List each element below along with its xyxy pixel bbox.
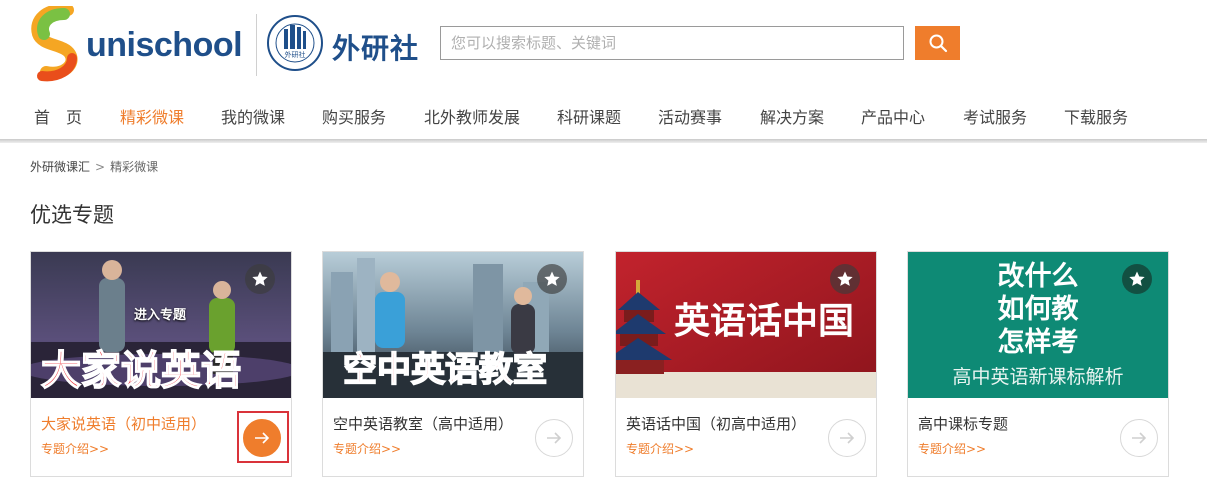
enter-topic-button[interactable] [828,419,866,457]
nav-divider [0,139,1207,143]
breadcrumb-current: 精彩微课 [110,160,159,174]
star-icon [544,271,560,286]
nav-item-product-center[interactable]: 产品中心 [861,104,925,128]
arrow-right-icon [1132,432,1147,444]
favorite-button[interactable] [830,264,860,294]
card-banner-title: 空中英语教室 [342,349,548,391]
breadcrumb-root[interactable]: 外研微课汇 [30,160,90,174]
topic-intro-link[interactable]: 专题介绍>> [333,440,401,457]
nav-item-purchase-services[interactable]: 购买服务 [322,104,386,128]
enter-topic-button[interactable] [1120,419,1158,457]
nav-item-teacher-development[interactable]: 北外教师发展 [424,104,520,128]
main-nav: 首 页 精彩微课 我的微课 购买服务 北外教师发展 科研课题 活动赛事 解决方案… [0,96,1207,140]
search-button[interactable] [915,26,960,60]
breadcrumb-separator: > [95,160,106,174]
card-thumbnail[interactable]: 改什么 如何教 怎样考 高中英语新课标解析 [908,252,1168,398]
card-thumbnail[interactable]: 空中英语教室 [323,252,583,398]
arrow-right-icon [547,432,562,444]
star-icon [837,271,853,286]
nav-item-events[interactable]: 活动赛事 [658,104,722,128]
enter-topic-button[interactable] [535,419,573,457]
card-title[interactable]: 大家说英语（初中适用） [41,413,206,434]
card-thumbnail[interactable]: 大家说英语 进入专题 [31,252,291,398]
nav-item-downloads[interactable]: 下载服务 [1064,104,1128,128]
card-banner-line: 怎样考 [997,327,1079,358]
section-title: 优选专题 [30,203,114,227]
topic-intro-link[interactable]: 专题介绍>> [626,440,694,457]
card-title[interactable]: 英语话中国（初高中适用） [626,413,806,434]
nav-item-featured-microcourses[interactable]: 精彩微课 [120,104,184,128]
breadcrumb: 外研微课汇 > 精彩微课 [30,158,158,175]
favorite-button[interactable] [1122,264,1152,294]
card-banner-subtitle: 高中英语新课标解析 [952,366,1124,388]
publisher-name[interactable]: 外研社 [332,27,419,67]
topic-intro-link[interactable]: 专题介绍>> [41,440,109,457]
card-banner-title: 大家说英语 [40,346,242,395]
favorite-button[interactable] [537,264,567,294]
arrow-right-icon [255,432,270,444]
nav-item-my-microcourses[interactable]: 我的微课 [221,104,285,128]
star-icon [252,271,268,286]
enter-topic-button[interactable] [243,419,281,457]
topic-card[interactable]: 改什么 如何教 怎样考 高中英语新课标解析 高中课标专题 专题介绍>> [907,251,1169,477]
nav-item-solutions[interactable]: 解决方案 [760,104,824,128]
card-title[interactable]: 高中课标专题 [918,413,1008,434]
star-icon [1129,271,1145,286]
card-title[interactable]: 空中英语教室（高中适用） [333,413,513,434]
unischool-logo-icon[interactable] [28,6,84,84]
nav-item-research-projects[interactable]: 科研课题 [557,104,621,128]
topic-card[interactable]: 英语话中国 英语话中国（初高中适用） 专题介绍>> [615,251,877,477]
nav-item-exam-services[interactable]: 考试服务 [963,104,1027,128]
logo-divider [256,14,257,76]
fltrp-seal-icon[interactable]: 外研社 [266,13,324,77]
site-header: unischool 外研社 外研社 [0,0,1207,90]
nav-item-home[interactable]: 首 页 [34,104,82,128]
topic-card[interactable]: 空中英语教室 空中英语教室（高中适用） 专题介绍>> [322,251,584,477]
search-icon [929,34,947,53]
unischool-logo-text[interactable]: unischool [86,26,243,65]
card-banner-title: 英语话中国 [674,300,855,342]
topic-card[interactable]: 大家说英语 进入专题 大家说英语（初中适用） 专题介绍>> [30,251,292,477]
fltrp-seal-label: 外研社 [285,50,306,59]
arrow-right-icon [840,432,855,444]
card-thumbnail[interactable]: 英语话中国 [616,252,876,398]
card-banner-line: 如何教 [997,294,1079,325]
topic-intro-link[interactable]: 专题介绍>> [918,440,986,457]
enter-topic-label[interactable]: 进入专题 [134,304,186,323]
favorite-button[interactable] [245,264,275,294]
search-input[interactable] [440,26,904,60]
